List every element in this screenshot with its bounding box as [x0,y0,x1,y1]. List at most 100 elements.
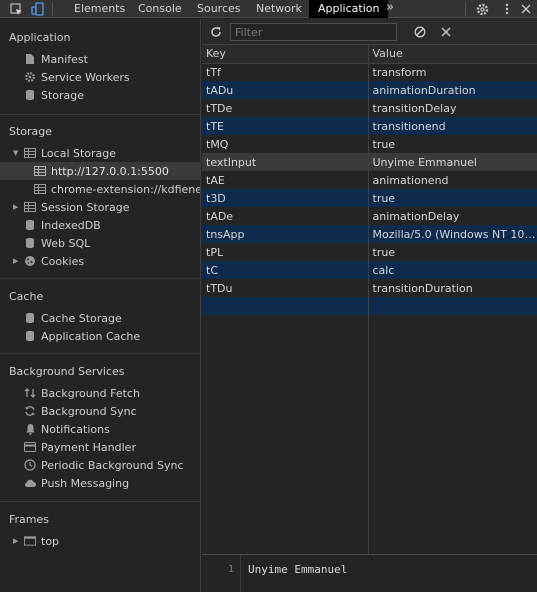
table-row[interactable]: tC calc [202,261,537,279]
column-header-value[interactable]: Value [367,45,537,64]
sidebar-item-manifest[interactable]: Manifest [24,50,88,68]
sidebar-item-web-sql[interactable]: Web SQL [24,234,90,252]
sidebar-item-label: chrome-extension://kdfieneakcj [51,182,200,196]
sync-icon [24,405,36,417]
table-row[interactable]: tAE animationend [202,171,537,189]
table-row[interactable]: tPL true [202,243,537,261]
cell-value[interactable]: Unyime Emmanuel [367,153,537,171]
refresh-icon[interactable] [208,24,224,40]
sidebar-item-label: Periodic Background Sync [41,458,184,472]
sidebar-item-local-storage[interactable]: ▼ Local Storage [13,144,116,162]
section-divider [0,278,201,279]
tab-application[interactable]: Application [309,0,389,18]
sidebar-item-cache-storage[interactable]: Cache Storage [24,309,122,327]
sidebar-item-background-fetch[interactable]: Background Fetch [24,384,140,402]
cell-key[interactable] [202,297,368,315]
cell-key[interactable]: tTDe [202,99,368,117]
cell-value[interactable]: transitionend [367,117,537,135]
sidebar-item-frame-top[interactable]: ▶ top [13,532,59,550]
cell-value[interactable]: animationDuration [367,81,537,99]
table-row-empty[interactable] [202,297,537,315]
cell-value[interactable]: animationend [367,171,537,189]
tab-sources[interactable]: Sources [188,0,250,18]
more-tabs-button[interactable]: » [382,0,398,18]
table-row[interactable]: tMQ true [202,135,537,153]
table-row[interactable]: tTE transitionend [202,117,537,135]
table-header-row: Key Value [202,45,537,64]
section-title-application: Application [9,31,71,44]
table-row[interactable]: tnsApp Mozilla/5.0 (Windows NT 10.0; ... [202,225,537,243]
grid-table-icon [24,201,36,213]
cell-key[interactable]: tTE [202,117,368,135]
sidebar-item-application-cache[interactable]: Application Cache [24,327,140,345]
collapsed-triangle-icon[interactable]: ▶ [13,257,21,265]
sidebar-item-session-storage[interactable]: ▶ Session Storage [13,198,130,216]
close-devtools-icon[interactable] [518,1,534,17]
section-divider [0,114,201,115]
cell-key[interactable]: tTDu [202,279,368,297]
cell-value[interactable]: calc [367,261,537,279]
cell-value[interactable] [367,297,537,315]
sidebar-item-background-sync[interactable]: Background Sync [24,402,137,420]
cell-value[interactable]: transitionDuration [367,279,537,297]
sidebar-item-label: Local Storage [41,146,117,160]
cell-key[interactable]: tADe [202,207,368,225]
sidebar-item-periodic-background-sync[interactable]: Periodic Background Sync [24,456,184,474]
cell-value[interactable]: true [367,243,537,261]
sidebar-item-service-workers[interactable]: Service Workers [24,68,130,86]
sidebar-item-label: IndexedDB [41,218,101,232]
filter-input[interactable] [230,23,397,41]
cell-value[interactable]: true [367,135,537,153]
cell-key[interactable]: tPL [202,243,368,261]
cell-value[interactable]: Mozilla/5.0 (Windows NT 10.0; ... [367,225,537,243]
sidebar-item-indexeddb[interactable]: IndexedDB [24,216,101,234]
expanded-triangle-icon[interactable]: ▼ [13,149,21,157]
clear-all-icon[interactable] [412,24,428,40]
cell-value[interactable]: true [367,189,537,207]
table-row[interactable]: tADu animationDuration [202,81,537,99]
table-row[interactable]: tTDu transitionDuration [202,279,537,297]
table-row[interactable]: tTDe transitionDelay [202,99,537,117]
preview-gutter [240,555,241,592]
credit-card-icon [24,441,36,453]
cell-key[interactable]: tC [202,261,368,279]
sidebar-item-storage[interactable]: Storage [24,86,84,104]
tab-console[interactable]: Console [129,0,191,18]
table-row[interactable]: tADe animationDelay [202,207,537,225]
line-number: 1 [228,564,235,575]
inspect-element-icon[interactable] [8,1,24,17]
sidebar-item-payment-handler[interactable]: Payment Handler [24,438,136,456]
key-value-table: Key Value tTf transform tADu animationDurat… [202,45,537,315]
cell-key[interactable]: tMQ [202,135,368,153]
cell-key[interactable]: tnsApp [202,225,368,243]
tab-elements[interactable]: Elements [65,0,134,18]
sidebar-item-cookies[interactable]: ▶ Cookies [13,252,84,270]
customize-menu-icon[interactable] [499,1,515,17]
sidebar-item-notifications[interactable]: Notifications [24,420,110,438]
cell-key[interactable]: tTf [202,63,368,81]
section-divider [0,353,201,354]
column-header-key[interactable]: Key [202,45,368,64]
delete-selected-icon[interactable] [438,24,454,40]
collapsed-triangle-icon[interactable]: ▶ [13,203,21,211]
sidebar-item-origin-localhost[interactable]: http://127.0.0.1:5500 [0,162,200,180]
cell-value[interactable]: animationDelay [367,207,537,225]
column-divider [368,300,369,554]
tab-network[interactable]: Network [247,0,311,18]
cell-key[interactable]: textInput [202,153,368,171]
up-down-arrows-icon [24,387,36,399]
table-row[interactable]: t3D true [202,189,537,207]
sidebar-item-origin-extension[interactable]: chrome-extension://kdfieneakcj [34,180,200,198]
cell-key[interactable]: tADu [202,81,368,99]
collapsed-triangle-icon[interactable]: ▶ [13,537,21,545]
device-toolbar-icon[interactable] [30,1,46,17]
table-row[interactable]: textInput Unyime Emmanuel [202,153,537,171]
cell-key[interactable]: t3D [202,189,368,207]
cell-value[interactable]: transitionDelay [367,99,537,117]
sidebar-item-push-messaging[interactable]: Push Messaging [24,474,129,492]
table-row[interactable]: tTf transform [202,63,537,81]
cell-key[interactable]: tAE [202,171,368,189]
cell-value[interactable]: transform [367,63,537,81]
settings-gear-icon[interactable] [474,1,490,17]
sidebar-item-label: Service Workers [41,70,130,84]
